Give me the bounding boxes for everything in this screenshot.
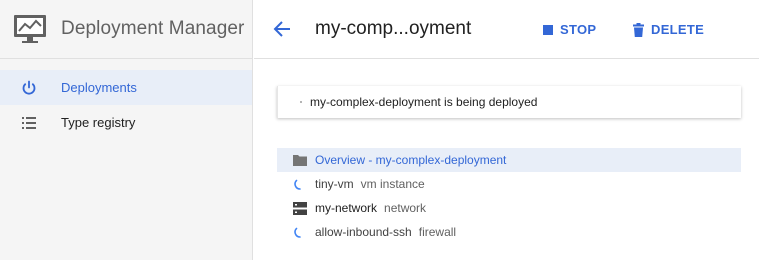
status-message: my-complex-deployment is being deployed (310, 95, 538, 109)
list-icon (20, 114, 38, 132)
resource-tree: Overview - my-complex-deployment tiny-vm… (277, 148, 741, 244)
tree-row-type: firewall (418, 225, 457, 239)
app-header: Deployment Manager (0, 0, 252, 59)
network-icon (293, 201, 307, 215)
trash-icon (633, 22, 644, 37)
stop-icon (543, 24, 553, 35)
sidebar-item-deployments[interactable]: Deployments (0, 70, 252, 105)
tree-row-tiny-vm[interactable]: tiny-vm vm instance (277, 172, 741, 196)
tree-row-allow-inbound-ssh[interactable]: allow-inbound-ssh firewall (277, 220, 741, 244)
tree-row-type: network (384, 201, 427, 215)
sidebar-item-type-registry[interactable]: Type registry (0, 105, 252, 140)
status-indicator-icon (300, 101, 302, 103)
power-icon (20, 79, 38, 97)
app-title: Deployment Manager (61, 18, 245, 39)
tree-row-name: allow-inbound-ssh (315, 225, 412, 239)
loading-spinner-icon (293, 225, 307, 239)
arrow-back-icon[interactable] (271, 18, 293, 40)
delete-button-label: DELETE (651, 22, 705, 37)
page-title: my-comp...oyment (315, 18, 472, 39)
tree-row-type: vm instance (360, 177, 425, 191)
sidebar-item-label: Deployments (61, 80, 137, 95)
sidebar-nav: Deployments Type registry (0, 70, 252, 140)
tree-row-overview[interactable]: Overview - my-complex-deployment (277, 148, 741, 172)
page-header: my-comp...oyment STOP DELETE (254, 0, 759, 59)
tree-row-name: my-network (315, 201, 378, 215)
tree-row-my-network[interactable]: my-network network (277, 196, 741, 220)
delete-button[interactable]: DELETE (633, 22, 704, 37)
sidebar: Deployment Manager Deployments Type regi… (0, 0, 253, 260)
monitor-chart-icon (13, 14, 47, 44)
tree-row-name: tiny-vm (315, 177, 354, 191)
sidebar-item-label: Type registry (61, 115, 136, 130)
status-banner: my-complex-deployment is being deployed (277, 86, 741, 118)
folder-icon (293, 153, 307, 167)
loading-spinner-icon (293, 177, 307, 191)
stop-button[interactable]: STOP (543, 22, 596, 37)
stop-button-label: STOP (560, 22, 597, 37)
tree-row-name: Overview - my-complex-deployment (315, 153, 507, 167)
